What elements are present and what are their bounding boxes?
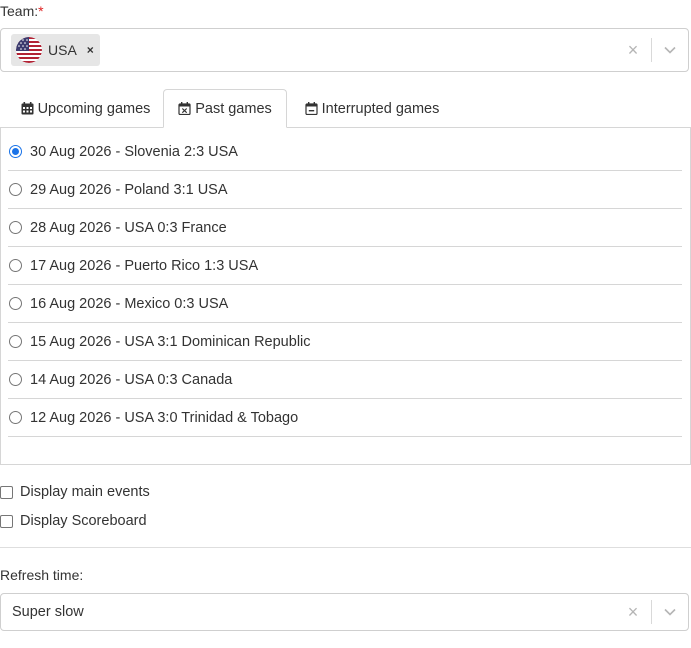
required-mark: * <box>38 3 44 19</box>
past-games-panel: 30 Aug 2026 - Slovenia 2:3 USA 29 Aug 20… <box>0 127 691 465</box>
game-item[interactable]: 30 Aug 2026 - Slovenia 2:3 USA <box>8 133 682 171</box>
game-item[interactable]: 15 Aug 2026 - USA 3:1 Dominican Republic <box>8 323 682 361</box>
game-tabs: Upcoming games Past games Interrupted ga… <box>0 89 691 128</box>
tab-upcoming-games[interactable]: Upcoming games <box>8 89 163 128</box>
game-item[interactable]: 14 Aug 2026 - USA 0:3 Canada <box>8 361 682 399</box>
display-scoreboard-checkbox[interactable] <box>0 514 13 528</box>
game-item[interactable]: 12 Aug 2026 - USA 3:0 Trinidad & Tobago <box>8 399 682 437</box>
calendar-icon <box>21 102 34 115</box>
game-item[interactable]: 29 Aug 2026 - Poland 3:1 USA <box>8 171 682 209</box>
tab-label: Upcoming games <box>37 100 151 117</box>
game-radio[interactable] <box>9 259 22 272</box>
team-label: Team:* <box>0 3 44 19</box>
refresh-time-value: Super slow <box>12 604 84 620</box>
display-main-events-checkbox[interactable] <box>0 485 13 499</box>
clear-team-icon[interactable]: × <box>615 40 651 61</box>
team-chip-label: USA <box>48 42 77 58</box>
game-radio[interactable] <box>9 297 22 310</box>
tab-label: Past games <box>195 100 272 117</box>
clear-refresh-icon[interactable]: × <box>615 602 651 623</box>
remove-team-button[interactable]: × <box>87 43 94 57</box>
chevron-down-icon[interactable] <box>652 46 688 54</box>
game-radio[interactable] <box>9 221 22 234</box>
team-chip-usa: USA × <box>11 34 100 66</box>
calendar-x-icon <box>178 102 191 115</box>
game-radio[interactable] <box>9 145 22 158</box>
game-radio[interactable] <box>9 411 22 424</box>
game-radio[interactable] <box>9 373 22 386</box>
display-scoreboard-option[interactable]: Display Scoreboard <box>0 513 147 529</box>
tab-interrupted-games[interactable]: Interrupted games <box>291 89 453 128</box>
game-item[interactable]: 28 Aug 2026 - USA 0:3 France <box>8 209 682 247</box>
display-main-events-option[interactable]: Display main events <box>0 484 150 500</box>
game-item[interactable]: 16 Aug 2026 - Mexico 0:3 USA <box>8 285 682 323</box>
refresh-time-label: Refresh time: <box>0 567 84 583</box>
game-radio[interactable] <box>9 335 22 348</box>
calendar-minus-icon <box>305 102 318 115</box>
chevron-down-icon[interactable] <box>652 608 688 616</box>
team-select[interactable]: USA × × <box>0 28 689 72</box>
usa-flag-icon <box>16 37 42 63</box>
game-item[interactable]: 17 Aug 2026 - Puerto Rico 1:3 USA <box>8 247 682 285</box>
tab-label: Interrupted games <box>321 100 440 117</box>
section-divider <box>0 547 691 548</box>
tab-past-games[interactable]: Past games <box>163 89 287 128</box>
refresh-time-select[interactable]: Super slow × <box>0 593 689 631</box>
game-radio[interactable] <box>9 183 22 196</box>
